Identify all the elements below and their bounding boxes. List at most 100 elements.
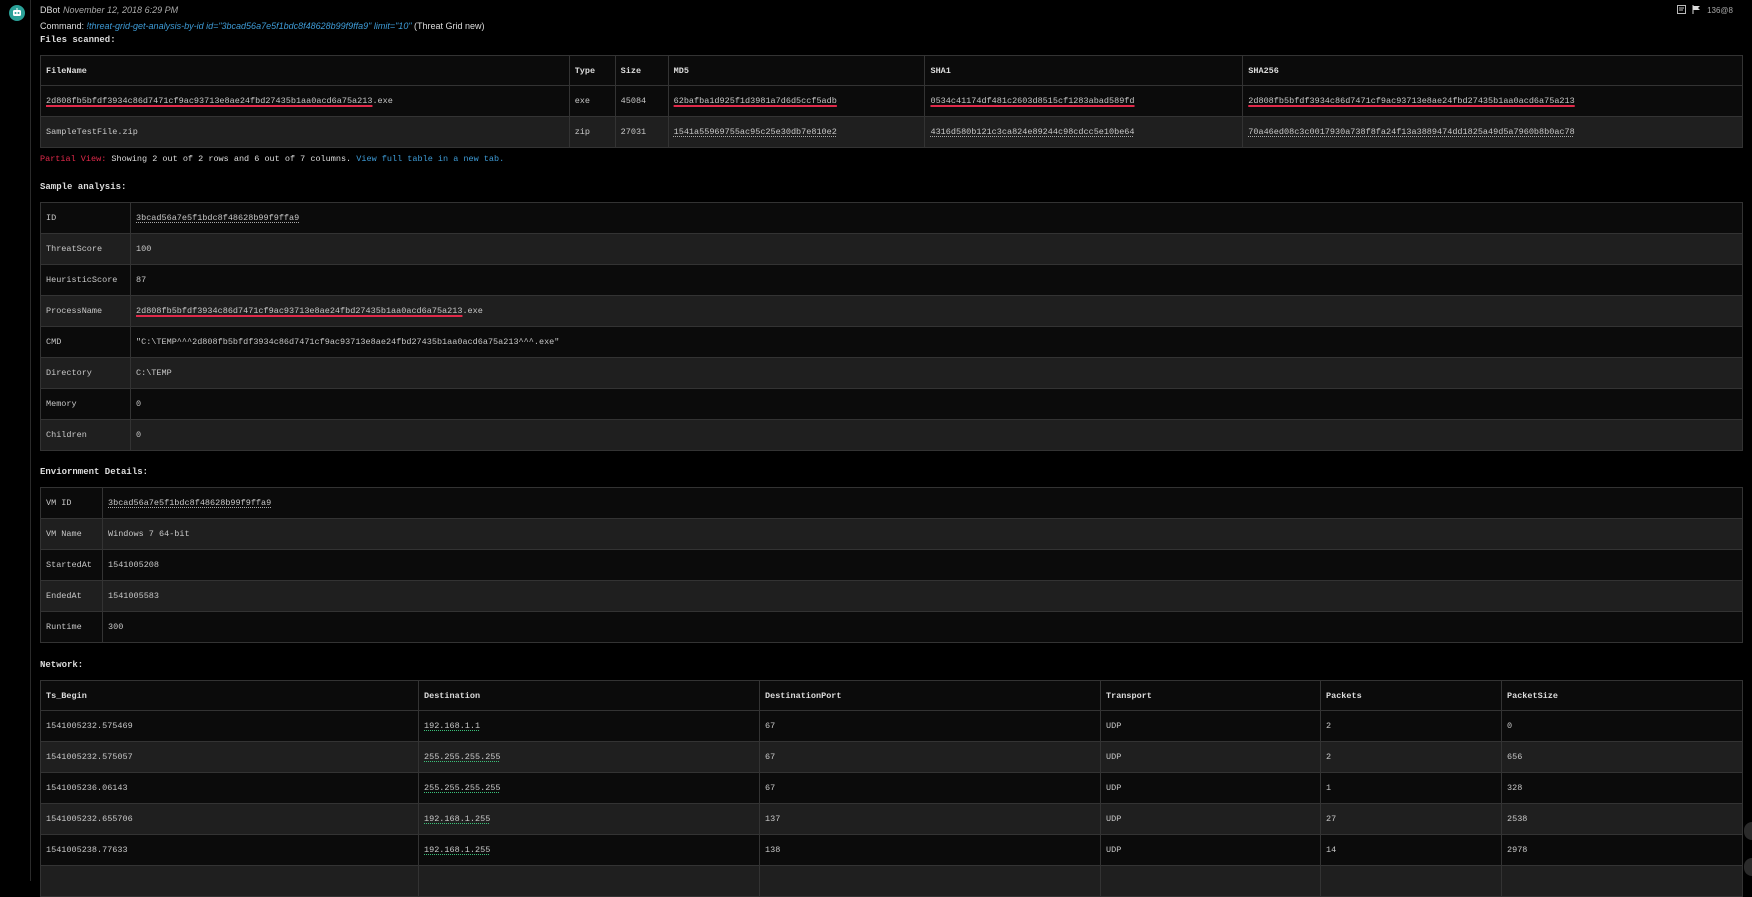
note-icon[interactable] xyxy=(1677,5,1687,16)
value-cell: 3bcad56a7e5f1bdc8f48628b99f9ffa9 xyxy=(102,487,1743,519)
table-row: ID 3bcad56a7e5f1bdc8f48628b99f9ffa9 xyxy=(40,202,1743,234)
sha1-link[interactable]: 0534c41174df481c2603d8515cf1283abad589fd xyxy=(930,96,1134,106)
file-hash-link[interactable]: 2d808fb5bfdf3934c86d7471cf9ac93713e8ae24… xyxy=(46,96,372,106)
sha256-cell: 2d808fb5bfdf3934c86d7471cf9ac93713e8ae24… xyxy=(1242,85,1743,117)
destination-cell: 255.255.255.255 xyxy=(418,772,760,804)
view-full-table-link[interactable]: View full table in a new tab. xyxy=(356,154,504,164)
command-integration: (Threat Grid new) xyxy=(414,21,485,31)
key-cell: Memory xyxy=(40,388,131,420)
process-name-link[interactable]: 2d808fb5bfdf3934c86d7471cf9ac93713e8ae24… xyxy=(136,306,462,316)
ts-begin-cell: 1541005232.575469 xyxy=(40,710,419,742)
table-row: Runtime 300 xyxy=(40,611,1743,643)
packets-cell: 2 xyxy=(1320,710,1502,742)
column-header[interactable]: SHA1 xyxy=(924,55,1244,86)
sha256-link[interactable]: 2d808fb5bfdf3934c86d7471cf9ac93713e8ae24… xyxy=(1248,96,1574,106)
entry-actions: 136@8 xyxy=(1677,5,1733,16)
packet-size-cell: 0 xyxy=(1501,710,1743,742)
key-cell: CMD xyxy=(40,326,131,358)
packet-size-cell: 2978 xyxy=(1501,834,1743,866)
ip-link[interactable]: 255.255.255.255 xyxy=(424,752,501,762)
files-scanned-table: FileName Type Size MD5 SHA1 SHA256 2d808… xyxy=(40,55,1743,148)
ts-begin-cell: 1541005232.655706 xyxy=(40,803,419,835)
author-name[interactable]: DBot xyxy=(40,5,60,15)
table-row: CMD "C:\TEMP^^^2d808fb5bfdf3934c86d7471c… xyxy=(40,326,1743,358)
destination-cell: 192.168.1.255 xyxy=(418,803,760,835)
type-cell: exe xyxy=(568,85,616,117)
column-header[interactable]: SHA256 xyxy=(1242,55,1743,86)
sample-analysis-table: ID 3bcad56a7e5f1bdc8f48628b99f9ffa9 Thre… xyxy=(40,202,1743,451)
scroll-handle[interactable] xyxy=(1744,858,1752,876)
analysis-id-link[interactable]: 3bcad56a7e5f1bdc8f48628b99f9ffa9 xyxy=(136,213,299,223)
md5-link[interactable]: 1541a55969755ac95c25e30db7e810e2 xyxy=(674,127,837,137)
port-cell: 67 xyxy=(759,772,1101,804)
process-name-suffix: .exe xyxy=(462,306,483,316)
sha256-cell: 70a46ed08c3c0017930a738f8fa24f13a3889474… xyxy=(1242,116,1743,148)
column-header[interactable]: Type xyxy=(568,55,616,86)
table-header-row: Ts_Begin Destination DestinationPort Tra… xyxy=(40,680,1743,711)
table-row: ProcessName 2d808fb5bfdf3934c86d7471cf9a… xyxy=(40,295,1743,327)
type-cell: zip xyxy=(568,116,616,148)
ts-begin-cell: 1541005232.575057 xyxy=(40,741,419,773)
packets-cell: 2 xyxy=(1320,741,1502,773)
ip-link[interactable]: 255.255.255.255 xyxy=(424,783,501,793)
entry-id: 136@8 xyxy=(1707,6,1733,15)
scroll-handle[interactable] xyxy=(1744,822,1752,840)
table-row: VM Name Windows 7 64-bit xyxy=(40,518,1743,550)
sha256-link[interactable]: 70a46ed08c3c0017930a738f8fa24f13a3889474… xyxy=(1248,127,1574,137)
column-header[interactable]: MD5 xyxy=(667,55,926,86)
column-header[interactable]: DestinationPort xyxy=(759,680,1101,711)
command-text[interactable]: !threat-grid-get-analysis-by-id id="3bca… xyxy=(87,21,412,31)
value-cell: 0 xyxy=(130,388,1743,420)
column-header[interactable]: Destination xyxy=(418,680,760,711)
column-header[interactable]: FileName xyxy=(40,55,570,86)
column-header[interactable]: Packets xyxy=(1320,680,1502,711)
column-header[interactable]: Size xyxy=(614,55,669,86)
value-cell: Windows 7 64-bit xyxy=(102,518,1743,550)
vm-id-link[interactable]: 3bcad56a7e5f1bdc8f48628b99f9ffa9 xyxy=(108,498,271,508)
value-cell: C:\TEMP xyxy=(130,357,1743,389)
key-cell: HeuristicScore xyxy=(40,264,131,296)
left-rail xyxy=(0,0,31,881)
table-row: 1541005232.655706 192.168.1.255 137 UDP … xyxy=(40,803,1743,835)
column-header[interactable]: Transport xyxy=(1100,680,1321,711)
packets-cell: 14 xyxy=(1320,834,1502,866)
entry-timestamp: November 12, 2018 6:29 PM xyxy=(63,5,179,15)
sha1-link[interactable]: 4316d580b121c3ca824e89244c98cdcc5e10be64 xyxy=(930,127,1134,137)
filename-cell: 2d808fb5bfdf3934c86d7471cf9ac93713e8ae24… xyxy=(40,85,570,117)
table-row: SampleTestFile.zip zip 27031 1541a559697… xyxy=(40,116,1743,148)
flag-icon[interactable] xyxy=(1692,5,1701,16)
column-header[interactable]: Ts_Begin xyxy=(40,680,419,711)
ip-link[interactable]: 192.168.1.255 xyxy=(424,845,490,855)
column-header[interactable]: PacketSize xyxy=(1501,680,1743,711)
value-cell: 100 xyxy=(130,233,1743,265)
ip-link[interactable]: 192.168.1.255 xyxy=(424,814,490,824)
md5-cell: 62bafba1d925f1d3981a7d6d5ccf5adb xyxy=(667,85,926,117)
value-cell: 2d808fb5bfdf3934c86d7471cf9ac93713e8ae24… xyxy=(130,295,1743,327)
table-row: EndedAt 1541005583 xyxy=(40,580,1743,612)
table-row: Children 0 xyxy=(40,419,1743,451)
table-row: StartedAt 1541005208 xyxy=(40,549,1743,581)
packets-cell: 27 xyxy=(1320,803,1502,835)
key-cell: Directory xyxy=(40,357,131,389)
partial-view-notice: Partial View: Showing 2 out of 2 rows an… xyxy=(40,154,504,164)
transport-cell: UDP xyxy=(1100,803,1321,835)
packet-size-cell: 328 xyxy=(1501,772,1743,804)
destination-cell: 192.168.1.1 xyxy=(418,710,760,742)
key-cell: Runtime xyxy=(40,611,103,643)
table-row: VM ID 3bcad56a7e5f1bdc8f48628b99f9ffa9 xyxy=(40,487,1743,519)
packets-cell: 1 xyxy=(1320,772,1502,804)
environment-table: VM ID 3bcad56a7e5f1bdc8f48628b99f9ffa9 V… xyxy=(40,487,1743,643)
sample-analysis-title: Sample analysis: xyxy=(40,182,127,192)
transport-cell: UDP xyxy=(1100,772,1321,804)
ip-link[interactable]: 192.168.1.1 xyxy=(424,721,480,731)
key-cell: ThreatScore xyxy=(40,233,131,265)
port-cell: 137 xyxy=(759,803,1101,835)
value-cell: 3bcad56a7e5f1bdc8f48628b99f9ffa9 xyxy=(130,202,1743,234)
table-row: HeuristicScore 87 xyxy=(40,264,1743,296)
port-cell: 67 xyxy=(759,741,1101,773)
files-scanned-title: Files scanned: xyxy=(40,35,116,45)
network-title: Network: xyxy=(40,660,84,670)
value-cell: 1541005208 xyxy=(102,549,1743,581)
entry-header: DBot November 12, 2018 6:29 PM xyxy=(40,5,178,15)
md5-link[interactable]: 62bafba1d925f1d3981a7d6d5ccf5adb xyxy=(674,96,837,106)
